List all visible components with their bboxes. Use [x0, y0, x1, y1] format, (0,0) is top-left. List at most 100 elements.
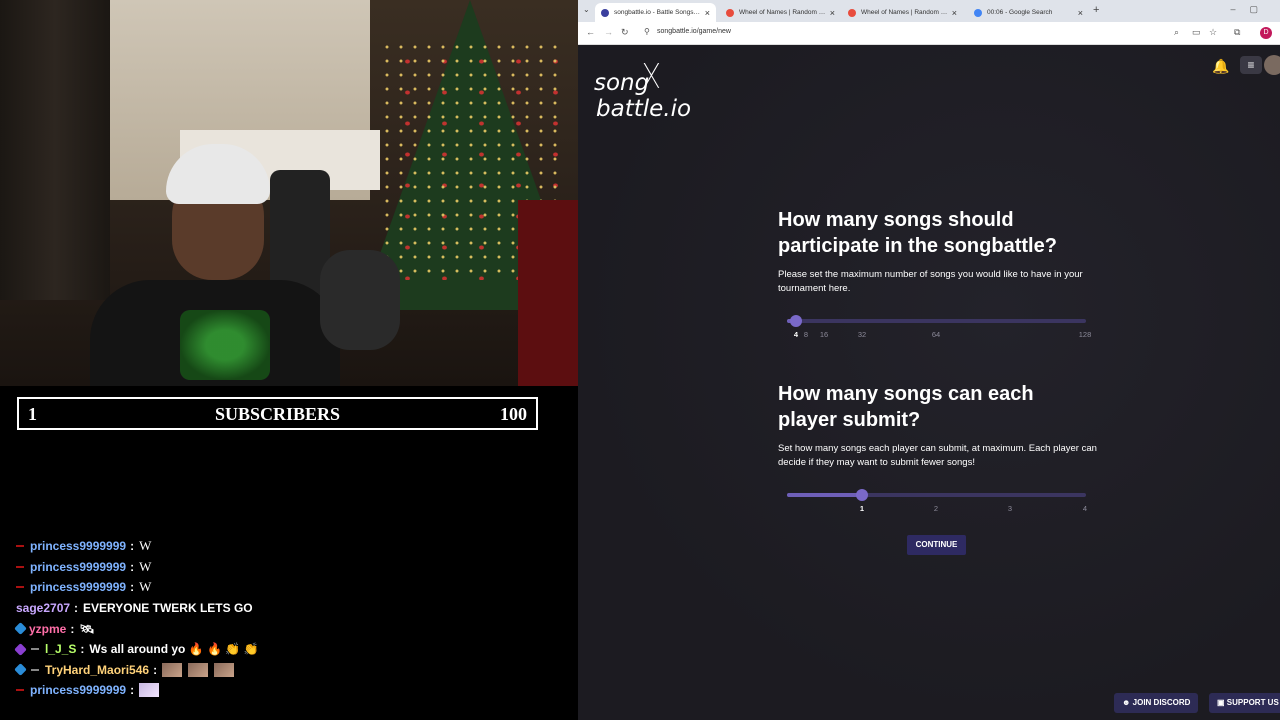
songbattle-logo[interactable]: song ᚷ battle.io	[593, 57, 703, 123]
tab-close-icon[interactable]: ×	[1078, 8, 1083, 18]
role-badge-icon	[16, 545, 24, 548]
webcam-feed	[0, 0, 578, 386]
chat-username[interactable]: yzpme	[29, 622, 66, 636]
song-count-section: How many songs should participate in the…	[778, 207, 1098, 295]
slider-tick-label[interactable]: 4	[1083, 504, 1087, 513]
chat-separator: :	[74, 601, 79, 616]
slider-tick-label[interactable]: 128	[1079, 330, 1092, 339]
slider-tick-label[interactable]: 32	[858, 330, 866, 339]
slider-tick-label[interactable]: 3	[1008, 504, 1012, 513]
continue-button[interactable]: CONTINUE	[907, 535, 966, 555]
chat-username[interactable]: sage2707	[16, 601, 70, 615]
slider-tick-label[interactable]: 1	[860, 504, 864, 513]
songs-per-player-slider-thumb[interactable]	[856, 489, 868, 501]
tab-title: Wheel of Names | Random nan	[861, 9, 948, 16]
tab-title: songbattle.io - Battle Songs ag	[614, 9, 701, 16]
logo-text-battle: battle.io	[596, 96, 692, 122]
song-count-slider-thumb[interactable]	[790, 315, 802, 327]
chat-username[interactable]: l_J_S	[45, 642, 76, 656]
tab-favicon-icon	[726, 8, 734, 17]
subscriber-goal: 100	[500, 404, 527, 424]
chat-separator: :	[130, 559, 135, 574]
chat-separator: :	[130, 539, 135, 554]
chat-text: EVERYONE TWERK LETS GO	[83, 601, 253, 616]
chat-message: TryHard_Maori546:	[14, 660, 576, 681]
chat-text: W	[139, 538, 152, 554]
tab-search-icon[interactable]: ⌄	[583, 5, 590, 14]
slider-tick-label[interactable]: 2	[934, 504, 938, 513]
subscriber-badge-icon	[14, 642, 27, 656]
discord-icon: ☻	[1122, 698, 1133, 707]
browser-tab[interactable]: Wheel of Names | Random nan ×	[720, 3, 841, 22]
cast-icon[interactable]: ▭	[1192, 27, 1201, 38]
songs-per-player-description: Set how many songs each player can submi…	[778, 443, 1097, 468]
chat-message: princess9999999: W	[16, 577, 576, 598]
role-badge-icon	[31, 648, 39, 651]
browser-tab[interactable]: Wheel of Names | Random nan ×	[842, 3, 963, 22]
chat-text: W	[139, 558, 152, 574]
tab-close-icon[interactable]: ×	[705, 8, 710, 18]
chat-username[interactable]: princess9999999	[30, 560, 126, 574]
window-controls[interactable]: –▢	[1230, 4, 1272, 15]
slider-tick-label[interactable]: 16	[820, 330, 828, 339]
join-discord-button[interactable]: ☻ JOIN DISCORD	[1114, 693, 1199, 713]
extensions-icon[interactable]: ⧉	[1234, 27, 1240, 38]
chat-text: 🛰	[79, 621, 95, 636]
role-badge-icon	[16, 586, 24, 589]
user-avatar[interactable]	[1264, 55, 1280, 75]
tab-favicon-icon	[848, 8, 856, 17]
reload-icon[interactable]: ↻	[621, 27, 629, 38]
zoom-icon[interactable]: ⌕	[1174, 27, 1179, 38]
subscriber-badge-icon	[14, 622, 27, 636]
red-cloth	[518, 200, 578, 386]
tab-title: Wheel of Names | Random nan	[739, 9, 826, 16]
chat-feed: princess9999999: Wprincess9999999: Wprince…	[14, 536, 576, 701]
chat-emote-icon	[214, 662, 235, 677]
song-count-description: Please set the maximum number of songs y…	[778, 269, 1083, 294]
chat-emote-icon	[139, 683, 160, 698]
songs-per-player-title: How many songs can each player submit?	[778, 383, 1034, 431]
tab-favicon-icon	[974, 8, 982, 17]
tab-favicon-icon	[601, 8, 609, 17]
tab-title: 00:06 - Google Search	[987, 9, 1053, 16]
support-us-button[interactable]: ▣ SUPPORT US	[1209, 693, 1280, 713]
song-count-slider[interactable]	[787, 315, 1086, 327]
hamburger-menu-icon[interactable]: ≡	[1240, 56, 1262, 74]
chat-username[interactable]: princess9999999	[30, 580, 126, 594]
profile-avatar[interactable]: D	[1260, 27, 1272, 39]
notification-bell-icon[interactable]: 🔔	[1212, 58, 1229, 75]
songs-per-player-slider[interactable]	[787, 489, 1086, 501]
bookmark-star-icon[interactable]: ☆	[1209, 27, 1217, 38]
tab-close-icon[interactable]: ×	[952, 8, 957, 18]
chat-username[interactable]: princess9999999	[30, 683, 126, 697]
streamer	[80, 130, 340, 386]
support-us-label: SUPPORT US	[1226, 698, 1279, 707]
chat-separator: :	[130, 580, 135, 595]
forward-icon[interactable]: →	[604, 27, 613, 37]
chat-separator: :	[153, 662, 158, 677]
tab-strip: ⌄ songbattle.io - Battle Songs ag × Wheel …	[578, 0, 1280, 22]
chat-emote-icon	[162, 662, 183, 677]
chat-username[interactable]: TryHard_Maori546	[45, 663, 149, 677]
chat-message: l_J_S: Ws all around yo 🔥 🔥 👏 👏	[14, 639, 576, 660]
new-tab-button[interactable]: +	[1093, 4, 1099, 16]
role-badge-icon	[16, 689, 24, 692]
url-field[interactable]: songbattle.io/game/new	[657, 28, 731, 35]
chat-username[interactable]: princess9999999	[30, 539, 126, 553]
chat-message: princess9999999:	[16, 680, 576, 701]
slider-tick-label[interactable]: 8	[804, 330, 808, 339]
slider-tick-label[interactable]: 64	[932, 330, 940, 339]
logo-text-song: song	[594, 70, 650, 96]
song-count-title: How many songs should participate in the…	[778, 209, 1057, 257]
tab-close-icon[interactable]: ×	[830, 8, 835, 18]
songbattle-page: song ᚷ battle.io 🔔 ≡ How many songs shou…	[578, 45, 1280, 720]
role-badge-icon	[31, 668, 39, 671]
back-icon[interactable]: ←	[586, 27, 595, 37]
address-bar: ← → ↻ ⚲ songbattle.io/game/new ⌕ ▭ ☆ ⧉ D	[578, 22, 1280, 45]
browser-tab[interactable]: songbattle.io - Battle Songs ag ×	[595, 3, 716, 22]
site-info-icon[interactable]: ⚲	[644, 27, 650, 36]
chat-message: yzpme: 🛰	[14, 618, 576, 639]
join-discord-label: JOIN DISCORD	[1132, 698, 1191, 707]
slider-tick-label[interactable]: 4	[794, 330, 798, 339]
browser-tab[interactable]: 00:06 - Google Search ×	[968, 3, 1089, 22]
